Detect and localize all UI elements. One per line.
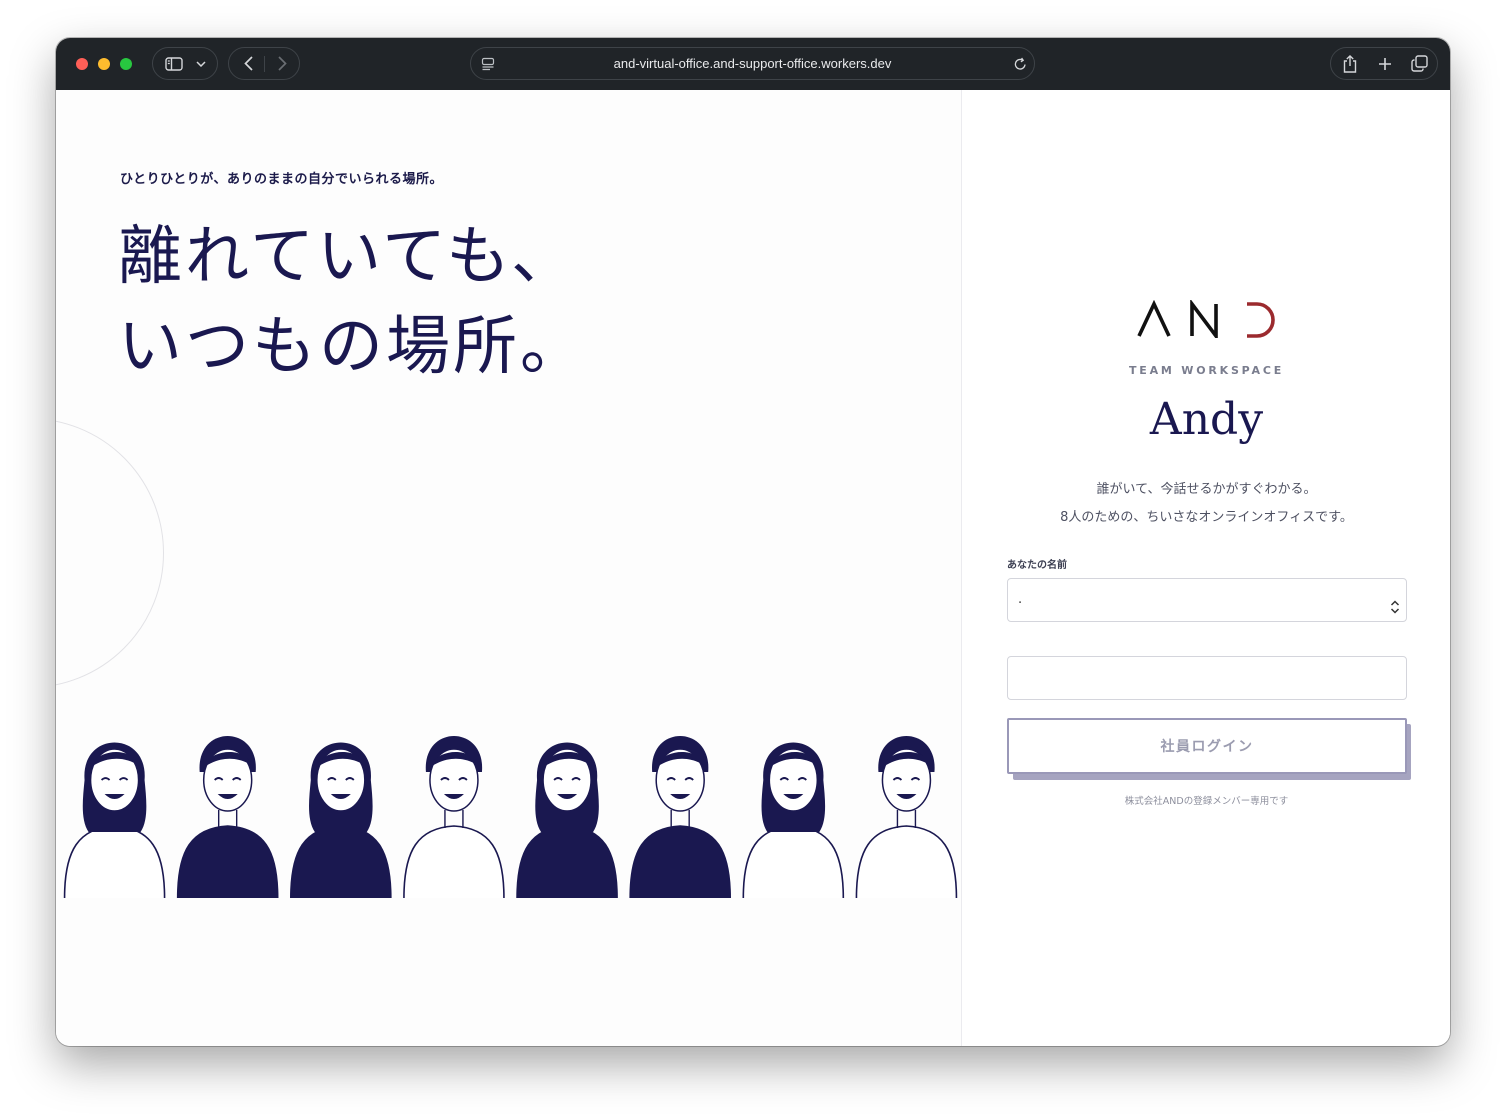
decorative-circle xyxy=(56,418,164,688)
browser-toolbar: and-virtual-office.and-support-office.wo… xyxy=(56,38,1450,90)
zoom-window-button[interactable] xyxy=(120,58,132,70)
close-window-button[interactable] xyxy=(76,58,88,70)
browser-window: and-virtual-office.and-support-office.wo… xyxy=(56,38,1450,1046)
forward-arrow-icon[interactable] xyxy=(271,48,293,79)
workspace-label: TEAM WORKSPACE xyxy=(1128,364,1285,377)
description-line-1: 誰がいて、今話せるかがすぐわかる。 xyxy=(1096,482,1317,497)
nav-divider xyxy=(264,56,265,72)
hero-headline: 離れていても、 いつもの場所。 xyxy=(118,212,587,392)
share-icon[interactable] xyxy=(1335,48,1365,79)
team-member-portrait xyxy=(742,742,845,899)
sidebar-toggle-button[interactable] xyxy=(152,47,218,80)
and-logo xyxy=(1137,300,1275,338)
member-torso xyxy=(855,825,958,899)
name-select-value: . xyxy=(1018,592,1023,607)
name-select[interactable]: . xyxy=(1007,578,1407,622)
member-torso xyxy=(403,825,505,899)
member-torso xyxy=(742,825,845,899)
page-content: ひとりひとりが、ありのままの自分でいられる場所。 離れていても、 いつもの場所。… xyxy=(56,90,1450,1046)
team-member-portrait xyxy=(176,736,279,899)
member-torso xyxy=(290,825,392,899)
toolbar-actions xyxy=(1330,47,1438,80)
sidebar-icon xyxy=(163,48,185,79)
page-menu-icon[interactable] xyxy=(479,48,497,79)
description-line-2: 8人のための、ちいさなオンラインオフィスです。 xyxy=(1060,510,1353,525)
headline-line-2: いつもの場所。 xyxy=(118,310,587,384)
team-member-portrait xyxy=(403,736,505,899)
address-bar[interactable]: and-virtual-office.and-support-office.wo… xyxy=(470,47,1035,80)
app-name: Andy xyxy=(1149,394,1264,445)
login-button[interactable]: 社員ログイン xyxy=(1007,718,1407,774)
team-member-portrait xyxy=(63,742,166,899)
select-updown-icon xyxy=(1390,591,1400,633)
team-member-portrait xyxy=(629,736,731,899)
team-member-portrait xyxy=(855,736,958,899)
member-torso xyxy=(629,825,731,899)
members-only-note: 株式会社ANDの登録メンバー専用です xyxy=(1124,796,1289,807)
hero-section: ひとりひとりが、ありのままの自分でいられる場所。 離れていても、 いつもの場所。 xyxy=(56,90,961,1046)
hero-tagline: ひとりひとりが、ありのままの自分でいられる場所。 xyxy=(120,172,443,187)
url-text: and-virtual-office.and-support-office.wo… xyxy=(613,56,892,71)
member-torso xyxy=(516,825,618,899)
member-torso xyxy=(63,825,166,899)
headline-line-1: 離れていても、 xyxy=(118,220,579,294)
tab-overview-icon[interactable] xyxy=(1405,48,1433,79)
team-members-illustration xyxy=(63,736,958,899)
navigation-buttons xyxy=(228,47,300,80)
reload-icon[interactable] xyxy=(1011,48,1029,79)
member-torso xyxy=(176,825,279,899)
password-input[interactable] xyxy=(1007,656,1407,700)
back-arrow-icon[interactable] xyxy=(237,48,259,79)
chevron-down-icon[interactable] xyxy=(193,48,209,79)
team-member-portrait xyxy=(516,742,618,899)
team-member-portrait xyxy=(290,742,392,899)
login-panel: TEAM WORKSPACE Andy 誰がいて、今話せるかがすぐわかる。 8人… xyxy=(961,90,1450,1046)
name-field-label: あなたの名前 xyxy=(1007,560,1067,571)
app-description: 誰がいて、今話せるかがすぐわかる。 8人のための、ちいさなオンラインオフィスです… xyxy=(962,476,1450,532)
new-tab-plus-icon[interactable] xyxy=(1371,48,1399,79)
minimize-window-button[interactable] xyxy=(98,58,110,70)
